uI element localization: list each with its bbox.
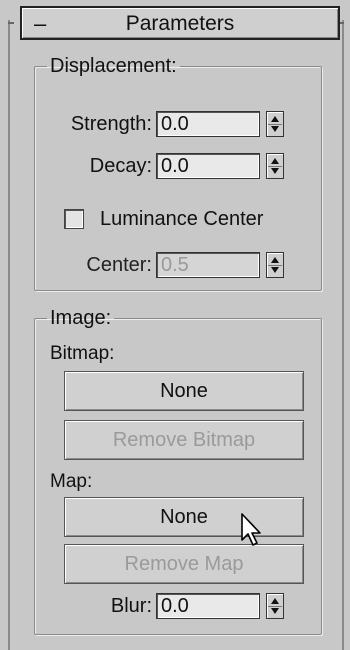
spinner-down-icon[interactable]: [271, 168, 279, 174]
bitmap-none-button[interactable]: None: [64, 371, 304, 411]
bitmap-label: Bitmap:: [50, 343, 115, 364]
spinner-down-icon[interactable]: [271, 126, 279, 132]
strength-spinner[interactable]: [266, 111, 284, 137]
blur-field[interactable]: 0.0: [156, 593, 260, 619]
strength-label: Strength:: [70, 112, 152, 135]
image-group-label: Image:: [50, 307, 112, 329]
spinner-up-icon[interactable]: [271, 598, 279, 604]
map-label: Map:: [50, 471, 93, 492]
center-row: Center: 0.5: [60, 250, 284, 280]
strength-row: Strength: 0.0: [60, 109, 284, 139]
map-none-button[interactable]: None: [64, 497, 304, 537]
parameters-rollout-header[interactable]: – Parameters: [20, 6, 340, 40]
rollout-title: Parameters: [125, 12, 235, 35]
strength-field[interactable]: 0.0: [156, 111, 260, 137]
blur-row: Blur: 0.0: [60, 591, 284, 621]
remove-bitmap-button[interactable]: Remove Bitmap: [64, 420, 304, 460]
center-spinner[interactable]: [266, 252, 284, 278]
spinner-up-icon[interactable]: [271, 116, 279, 122]
displacement-group-label: Displacement:: [50, 55, 177, 77]
spinner-up-icon[interactable]: [271, 257, 279, 263]
mouse-cursor-icon: [241, 513, 261, 546]
spinner-down-icon[interactable]: [271, 608, 279, 614]
decay-row: Decay: 0.0: [60, 151, 284, 181]
decay-spinner[interactable]: [266, 153, 284, 179]
remove-map-button[interactable]: Remove Map: [64, 544, 304, 584]
center-label: Center:: [86, 253, 152, 276]
decay-label: Decay:: [89, 154, 152, 177]
blur-label: Blur:: [110, 594, 152, 617]
luminance-center-checkbox[interactable]: [64, 209, 84, 229]
luminance-center-label[interactable]: Luminance Center: [100, 208, 263, 230]
center-field[interactable]: 0.5: [156, 252, 260, 278]
spinner-up-icon[interactable]: [271, 158, 279, 164]
spinner-down-icon[interactable]: [271, 267, 279, 273]
decay-field[interactable]: 0.0: [156, 153, 260, 179]
blur-spinner[interactable]: [266, 593, 284, 619]
rollout-tick-left: [8, 22, 14, 24]
